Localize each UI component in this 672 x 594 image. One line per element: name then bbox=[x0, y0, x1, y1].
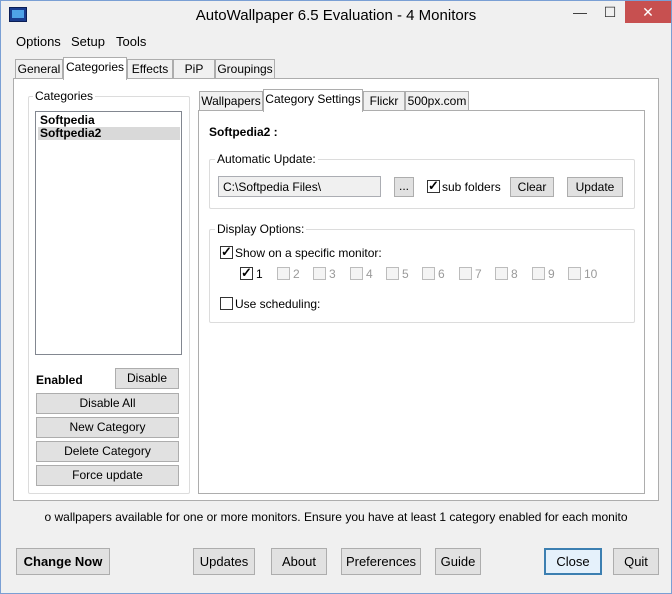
subfolders-label: sub folders bbox=[442, 180, 501, 194]
tab-general[interactable]: General bbox=[15, 59, 63, 79]
force-update-button[interactable]: Force update bbox=[36, 465, 179, 486]
category-list[interactable]: Softpedia Softpedia2 bbox=[35, 111, 182, 355]
automatic-update-label: Automatic Update: bbox=[215, 152, 318, 166]
tab-pip[interactable]: PiP bbox=[173, 59, 215, 79]
monitor-3-checkbox[interactable] bbox=[313, 267, 326, 280]
title-bar: AutoWallpaper 6.5 Evaluation - 4 Monitor… bbox=[1, 1, 671, 31]
monitor-5-checkbox[interactable] bbox=[386, 267, 399, 280]
use-scheduling-checkbox[interactable] bbox=[220, 297, 233, 310]
clear-button[interactable]: Clear bbox=[510, 177, 554, 197]
monitor-7-label: 7 bbox=[475, 267, 482, 281]
app-window: AutoWallpaper 6.5 Evaluation - 4 Monitor… bbox=[0, 0, 672, 594]
tab-categories[interactable]: Categories bbox=[63, 57, 127, 80]
category-name-heading: Softpedia2 : bbox=[209, 125, 278, 139]
monitor-8-checkbox[interactable] bbox=[495, 267, 508, 280]
quit-button[interactable]: Quit bbox=[613, 548, 659, 575]
update-button[interactable]: Update bbox=[567, 177, 623, 197]
tab-effects[interactable]: Effects bbox=[127, 59, 173, 79]
list-item-selected[interactable]: Softpedia2 bbox=[38, 127, 180, 140]
specific-monitor-checkbox[interactable] bbox=[220, 244, 233, 260]
monitor-1-label: 1 bbox=[256, 267, 263, 281]
menu-options[interactable]: Options bbox=[16, 34, 61, 49]
delete-category-button[interactable]: Delete Category bbox=[36, 441, 179, 462]
monitor-6-label: 6 bbox=[438, 267, 445, 281]
monitor-9-label: 9 bbox=[548, 267, 555, 281]
subfolders-checkbox[interactable] bbox=[427, 178, 440, 194]
menu-setup[interactable]: Setup bbox=[71, 34, 105, 49]
monitor-2-checkbox[interactable] bbox=[277, 267, 290, 280]
monitor-10-label: 10 bbox=[584, 267, 598, 281]
menu-bar: Options Setup Tools bbox=[1, 31, 671, 53]
about-button[interactable]: About bbox=[271, 548, 327, 575]
categories-group-label: Categories bbox=[33, 89, 96, 103]
use-scheduling-label: Use scheduling: bbox=[235, 297, 321, 311]
preferences-button[interactable]: Preferences bbox=[341, 548, 421, 575]
guide-button[interactable]: Guide bbox=[435, 548, 481, 575]
tab-groupings[interactable]: Groupings bbox=[215, 59, 275, 79]
tab-category-settings[interactable]: Category Settings bbox=[263, 89, 363, 112]
status-message: o wallpapers available for one or more m… bbox=[44, 510, 628, 524]
minimize-icon[interactable]: — bbox=[565, 1, 595, 23]
monitor-2-label: 2 bbox=[293, 267, 300, 281]
folder-path-input[interactable]: C:\Softpedia Files\ bbox=[218, 176, 381, 197]
category-status-label: Enabled bbox=[36, 373, 83, 387]
monitor-1-checkbox[interactable] bbox=[240, 265, 253, 281]
monitor-4-checkbox[interactable] bbox=[350, 267, 363, 280]
tab-wallpapers[interactable]: Wallpapers bbox=[199, 91, 263, 111]
monitor-3-label: 3 bbox=[329, 267, 336, 281]
category-settings-panel: Softpedia2 : Automatic Update: C:\Softpe… bbox=[198, 110, 645, 494]
updates-button[interactable]: Updates bbox=[193, 548, 255, 575]
specific-monitor-label: Show on a specific monitor: bbox=[235, 246, 382, 260]
disable-all-button[interactable]: Disable All bbox=[36, 393, 179, 414]
disable-button[interactable]: Disable bbox=[115, 368, 179, 389]
close-window-icon[interactable]: ✕ bbox=[625, 1, 671, 23]
monitor-6-checkbox[interactable] bbox=[422, 267, 435, 280]
maximize-icon[interactable]: ☐ bbox=[595, 1, 625, 23]
close-button[interactable]: Close bbox=[544, 548, 602, 575]
monitor-7-checkbox[interactable] bbox=[459, 267, 472, 280]
tab-flickr[interactable]: Flickr bbox=[363, 91, 405, 111]
new-category-button[interactable]: New Category bbox=[36, 417, 179, 438]
menu-tools[interactable]: Tools bbox=[116, 34, 146, 49]
monitor-4-label: 4 bbox=[366, 267, 373, 281]
monitor-5-label: 5 bbox=[402, 267, 409, 281]
tab-500px[interactable]: 500px.com bbox=[405, 91, 469, 111]
change-now-button[interactable]: Change Now bbox=[16, 548, 110, 575]
monitor-9-checkbox[interactable] bbox=[532, 267, 545, 280]
browse-button[interactable]: ... bbox=[394, 177, 414, 197]
display-options-label: Display Options: bbox=[215, 222, 307, 236]
monitor-10-checkbox[interactable] bbox=[568, 267, 581, 280]
monitor-8-label: 8 bbox=[511, 267, 518, 281]
